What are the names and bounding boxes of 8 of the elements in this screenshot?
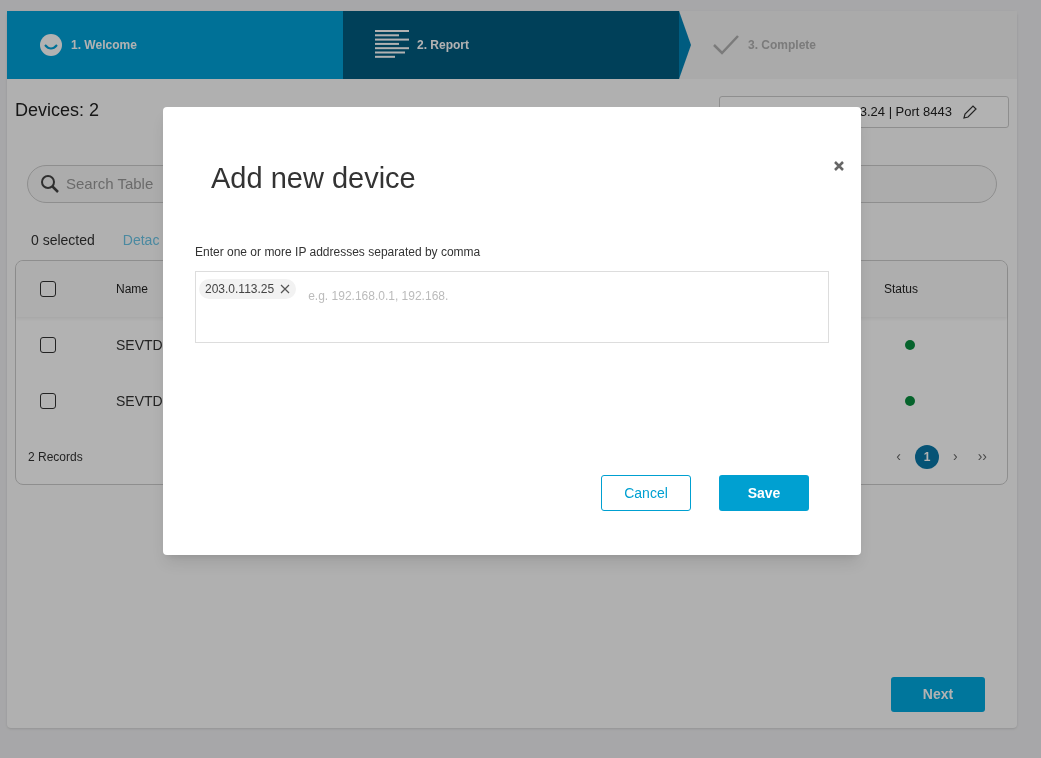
selected-count: 0 selected [31, 230, 95, 250]
field-label: Enter one or more IP addresses separated by comma [195, 243, 481, 261]
table-cell-text: SEVTD [116, 391, 164, 411]
devices-title: Devices: 2 [15, 99, 100, 122]
table-cell-text: SEVTD [116, 335, 164, 355]
records-count: 2 Records [28, 448, 83, 466]
dialog-title: Add new device [211, 161, 416, 196]
ip-tag: 203.0.113.25 [199, 278, 297, 299]
